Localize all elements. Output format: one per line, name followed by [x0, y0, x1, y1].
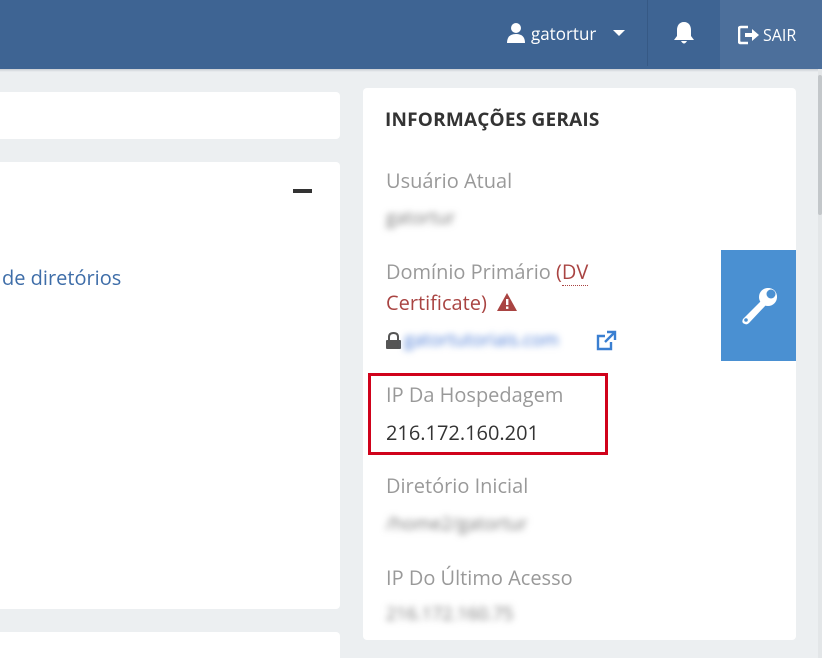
- certificate-line: Certificate): [386, 289, 518, 316]
- last-access-ip-label: IP Do Último Acesso: [386, 564, 573, 591]
- certificate-label: Certificate): [386, 289, 487, 316]
- lock-icon: [386, 332, 401, 349]
- primary-domain-link[interactable]: gatortutoriais.com: [404, 328, 559, 352]
- search-panel: [0, 92, 340, 139]
- logout-label: SAIR: [763, 23, 797, 46]
- hosting-ip-highlight-box: [368, 373, 608, 455]
- user-icon: [507, 23, 525, 43]
- navbar-shadow: [0, 69, 822, 72]
- bottom-panel: [0, 632, 340, 658]
- notifications-button[interactable]: [648, 0, 720, 66]
- tools-button[interactable]: [721, 250, 796, 361]
- general-info-title: INFORMAÇÕES GERAIS: [385, 106, 600, 132]
- current-user-value: gatortur: [386, 206, 456, 230]
- username-label: gatortur: [531, 21, 597, 45]
- caret-down-icon: [613, 30, 626, 36]
- wrench-icon: [741, 287, 777, 324]
- collapse-panel-button[interactable]: [293, 189, 312, 193]
- home-directory-label: Diretório Inicial: [386, 472, 529, 499]
- user-menu-dropdown[interactable]: gatortur: [500, 0, 646, 66]
- primary-domain-label: Domínio Primário (DV: [386, 258, 589, 286]
- primary-domain-label-text: Domínio Primário: [386, 258, 551, 285]
- bell-icon: [674, 22, 694, 44]
- logout-button[interactable]: SAIR: [720, 0, 822, 69]
- files-panel: [0, 162, 340, 609]
- directory-link[interactable]: de diretórios: [2, 264, 121, 291]
- home-directory-value: /home2/gatortur: [386, 512, 528, 536]
- warning-icon: [497, 293, 518, 311]
- scrollbar-thumb[interactable]: [818, 75, 822, 215]
- sign-out-icon: [738, 25, 759, 44]
- dv-certificate-link[interactable]: DV: [561, 258, 589, 286]
- current-user-label: Usuário Atual: [386, 167, 513, 194]
- external-link-icon[interactable]: [595, 330, 617, 352]
- top-navbar: gatortur SAIR: [0, 0, 822, 72]
- last-access-ip-value: 216.172.160.75: [386, 602, 514, 626]
